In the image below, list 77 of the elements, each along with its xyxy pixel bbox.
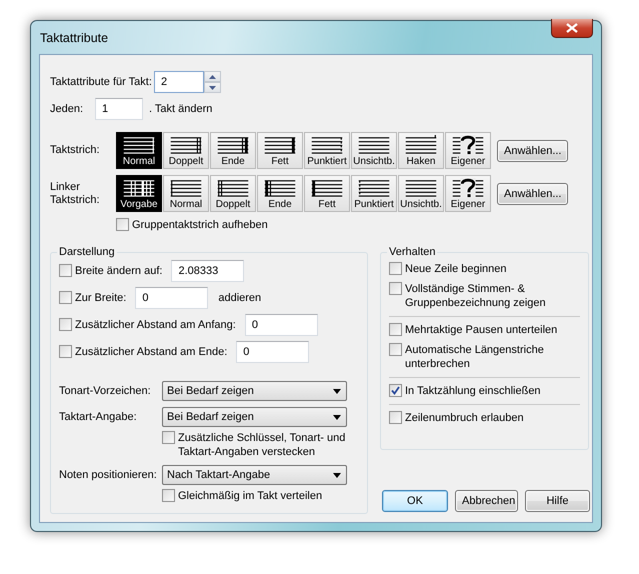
caret-icon [333, 414, 341, 420]
down-arrow-icon [209, 86, 216, 90]
spin-up-button[interactable] [204, 71, 221, 82]
barline-option[interactable]: Unsichtb. [398, 175, 444, 212]
barline-option[interactable]: Fett [304, 175, 350, 212]
field-suffix: addieren [218, 292, 262, 304]
checkbox[interactable] [162, 489, 175, 502]
dropdown[interactable]: Nach Taktart-Angabe [162, 465, 347, 485]
checkbox-label: Vollständige Stimmen- & Gruppenbezeichnung zeigen [405, 282, 547, 310]
dropdown[interactable]: Bei Bedarf zeigen [162, 381, 347, 401]
number-field[interactable]: 0 [236, 341, 310, 363]
barline-option[interactable]: Ende [210, 132, 256, 169]
checkbox-label: Zusätzliche Schlüssel, Tonart- und Taktart-Angaben verstecken [178, 431, 346, 459]
number-field[interactable]: 2.08333 [171, 260, 244, 282]
dropdown[interactable]: Bei Bedarf zeigen [162, 407, 347, 427]
number-field[interactable]: 1 [95, 98, 143, 120]
select-label: Tonart-Vorzeichen: [59, 385, 152, 397]
checkbox-label: Zeilenumbruch erlauben [405, 411, 524, 425]
choose-button[interactable]: Anwählen... [497, 140, 568, 162]
checkbox[interactable] [59, 318, 72, 331]
barline-option[interactable]: Punktiert [304, 132, 350, 169]
number-field[interactable]: 0 [244, 314, 318, 336]
checkbox-label: Neue Zeile beginnen [405, 262, 507, 276]
checkbox[interactable] [59, 345, 72, 358]
close-icon [566, 23, 578, 33]
checkbox[interactable] [389, 384, 402, 397]
checkbox[interactable] [116, 218, 129, 231]
checkbox[interactable] [162, 431, 175, 444]
barline-option[interactable]: Unsichtb. [351, 132, 397, 169]
barline-option[interactable]: Eigener [445, 132, 491, 169]
barline-option[interactable]: Eigener [445, 175, 491, 212]
select-label: Noten positionieren: [59, 469, 158, 481]
barline-option[interactable]: Doppelt [163, 132, 209, 169]
checkbox-label: Automatische Längenstriche unterbrechen [405, 343, 545, 371]
barline-option[interactable]: Normal [116, 132, 162, 169]
select-label: Taktart-Angabe: [59, 411, 138, 423]
checkbox[interactable] [389, 262, 402, 275]
field-suffix: . Takt ändern [149, 103, 212, 115]
dialog-button[interactable]: OK [382, 490, 448, 512]
barline-option[interactable]: Ende [257, 175, 303, 212]
window-title: Taktattribute [40, 30, 108, 44]
checkbox[interactable] [59, 291, 72, 304]
barline-option[interactable]: Haken [398, 132, 444, 169]
checkbox-label: Mehrtaktige Pausen unterteilen [405, 323, 558, 337]
barline-option[interactable]: Vorgabe [116, 175, 162, 212]
group-title: Darstellung [58, 246, 116, 258]
barline-label: Linker Taktstrich: [50, 180, 101, 206]
barline-option[interactable]: Normal [163, 175, 209, 212]
group-title: Verhalten [388, 246, 436, 258]
field-label: Taktattribute für Takt: [50, 76, 153, 88]
number-field[interactable]: 0 [135, 287, 208, 309]
barline-option[interactable]: Punktiert [351, 175, 397, 212]
checkbox[interactable] [389, 411, 402, 424]
up-arrow-icon [209, 74, 216, 78]
checkbox-label: Zusätzlicher Abstand am Anfang: [75, 318, 236, 332]
checkbox-label: Zur Breite: [75, 291, 126, 305]
dialog-button[interactable]: Hilfe [525, 490, 590, 512]
number-field[interactable]: 2 [154, 71, 204, 93]
caret-icon [333, 472, 341, 478]
close-button[interactable] [551, 19, 593, 38]
dialog-button[interactable]: Abbrechen [455, 490, 518, 512]
caret-icon [333, 388, 341, 394]
checkbox-label: Gruppentaktstrich aufheben [132, 218, 268, 232]
checkbox[interactable] [389, 282, 402, 295]
spin-down-button[interactable] [204, 82, 221, 93]
barline-option[interactable]: Doppelt [210, 175, 256, 212]
checkbox[interactable] [59, 264, 72, 277]
checkbox[interactable] [389, 343, 402, 356]
barline-label: Taktstrich: [50, 144, 101, 157]
field-label: Jeden: [50, 103, 84, 115]
checkbox-label: Breite ändern auf: [75, 264, 162, 278]
choose-button[interactable]: Anwählen... [497, 182, 568, 204]
checkbox-label: Gleichmäßig im Takt verteilen [178, 489, 322, 503]
checkbox[interactable] [389, 323, 402, 336]
checkbox-label: Zusätzlicher Abstand am Ende: [75, 345, 228, 359]
barline-option[interactable]: Fett [257, 132, 303, 169]
checkbox-label: In Taktzählung einschließen [405, 384, 541, 398]
